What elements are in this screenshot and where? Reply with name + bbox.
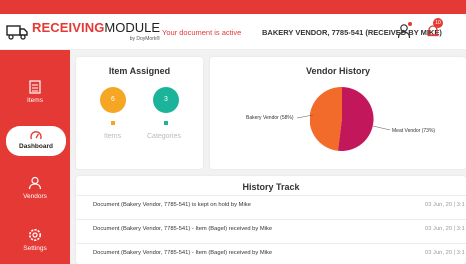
truck-icon — [6, 25, 28, 40]
items-count-badge: 6 — [100, 87, 126, 113]
sidebar-item-dashboard[interactable]: Dashboard — [6, 126, 66, 156]
items-icon — [29, 80, 41, 94]
history-track-title: History Track — [242, 182, 300, 192]
history-row[interactable]: Document (Bakery Vendor, 7785-541) - Ite… — [76, 219, 466, 239]
items-label: Items — [104, 133, 122, 140]
logo-brand-bold: RECEIVING — [32, 20, 105, 35]
pie-leader-lines — [296, 114, 391, 131]
logo-brand-rest: MODULE — [104, 20, 161, 35]
history-row-text: Document (Bakery Vendor, 7785-541) - Ite… — [93, 226, 273, 232]
pie-label-meat: Meat Vendor (73%) — [392, 128, 436, 134]
categories-legend-marker — [164, 121, 168, 125]
history-row[interactable]: Document (Bakery Vendor, 7785-541) - Ite… — [76, 243, 466, 263]
vendor-title: BAKERY VENDOR, 7785-541 (RECEIVED BY MIK… — [262, 28, 442, 37]
top-header: RECEIVINGMODULE by DoyMork® Your documen… — [0, 14, 466, 50]
history-row-date: 03 Jun, 20 | 3:1 — [425, 226, 465, 232]
item-assigned-card: Item Assigned 6 Items 3 Categories — [76, 57, 203, 169]
gauge-icon — [30, 131, 42, 140]
history-track-card: History Track Document (Bakery Vendor, 7… — [76, 176, 466, 264]
user-status-dot — [408, 22, 412, 26]
sidebar-item-label: Dashboard — [19, 143, 53, 150]
sidebar-item-label: Vendors — [23, 193, 47, 200]
sidebar-item-settings[interactable]: Settings — [0, 228, 70, 252]
gear-icon — [29, 229, 41, 241]
logo-byline: by DoyMork® — [129, 36, 161, 42]
vendors-icon — [28, 176, 42, 190]
vendor-history-card: Vendor History Bakery Vendor (58%) Meat … — [210, 57, 466, 169]
sidebar-item-items[interactable]: Items — [0, 80, 70, 104]
history-row-date: 03 Jun, 20 | 3:1 — [425, 250, 465, 256]
items-legend-marker — [111, 121, 115, 125]
history-row-text: Document (Bakery Vendor, 7785-541) is ke… — [93, 202, 251, 208]
categories-count-badge: 3 — [153, 87, 179, 113]
document-status-message: Your document is active — [162, 28, 242, 37]
sidebar-item-vendors[interactable]: Vendors — [0, 176, 70, 200]
item-assigned-title: Item Assigned — [108, 66, 171, 76]
sidebar-item-label: Settings — [23, 245, 47, 252]
categories-label: Categories — [147, 133, 181, 140]
sidebar-item-label: Items — [27, 97, 43, 104]
history-row-date: 03 Jun, 20 | 3:1 — [425, 202, 465, 208]
pie-label-bakery: Bakery Vendor (58%) — [246, 115, 294, 121]
history-row-text: Document (Bakery Vendor, 7785-541) - Ite… — [93, 250, 273, 256]
sidebar: Items Dashboard Vendors Settings — [0, 50, 70, 264]
history-row[interactable]: Document (Bakery Vendor, 7785-541) is ke… — [76, 195, 466, 215]
main-content: Item Assigned 6 Items 3 Categories Vendo… — [70, 50, 466, 264]
notification-badge: 10 — [433, 18, 443, 28]
app-logo[interactable]: RECEIVINGMODULE by DoyMork® — [6, 20, 160, 46]
